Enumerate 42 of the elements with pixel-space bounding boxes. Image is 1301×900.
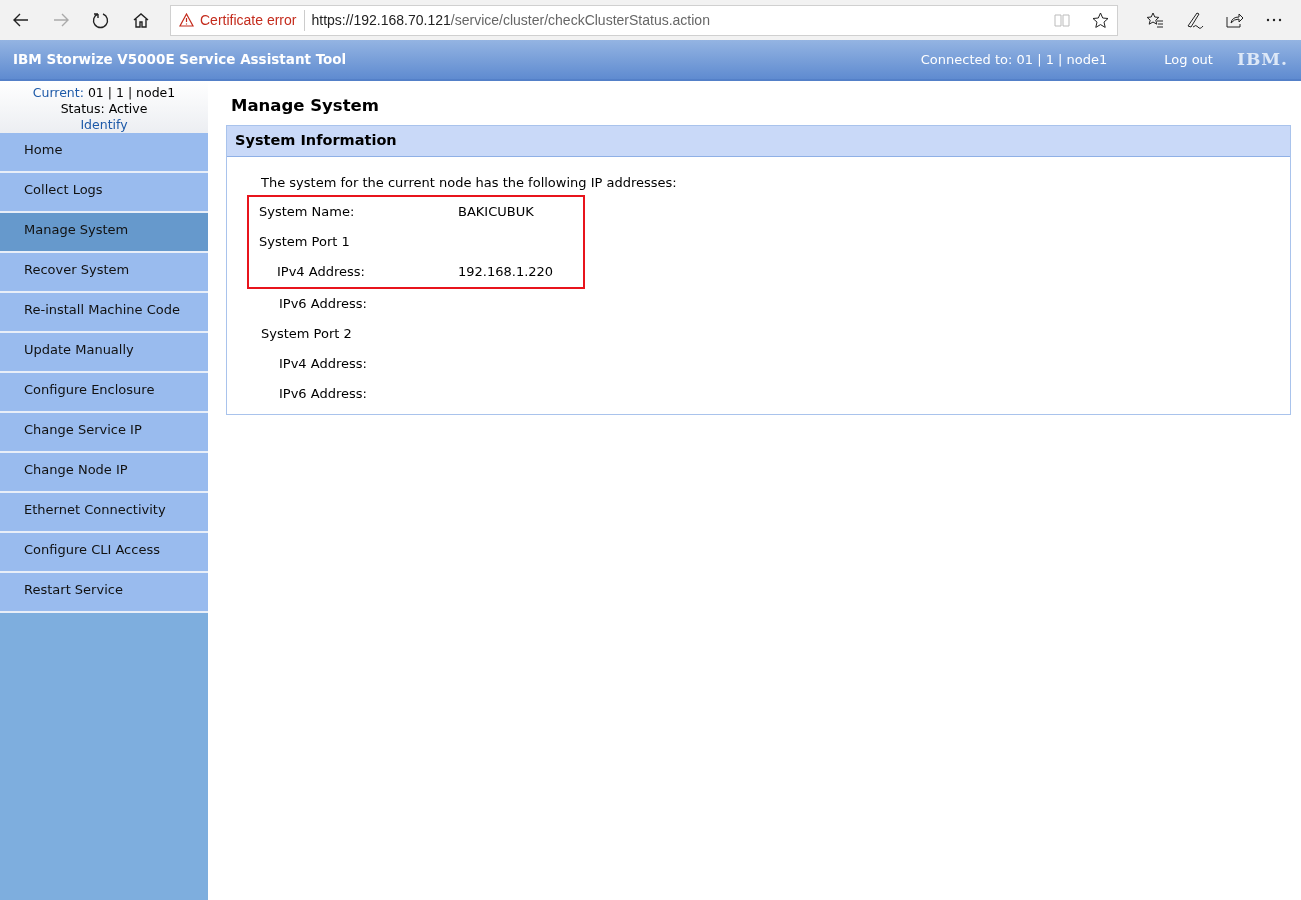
url-text: https://192.168.70.121/service/cluster/checkClusterStatus.action (311, 10, 710, 30)
pen-icon[interactable] (1186, 11, 1204, 29)
favorites-icon[interactable] (1146, 11, 1164, 29)
certificate-error-text[interactable]: Certificate error (200, 9, 306, 31)
field-value: 192.168.1.220 (458, 263, 554, 282)
field-label: System Port 2 (261, 325, 353, 344)
current-node-text: Current: 01 | 1 | node1 (32, 85, 176, 101)
back-icon[interactable] (12, 11, 30, 29)
sidebar-item[interactable]: Recover System (0, 253, 208, 293)
identify-link[interactable]: Identify (80, 117, 128, 133)
page-title: Manage System (230, 95, 380, 117)
home-icon[interactable] (132, 11, 150, 29)
address-bar[interactable]: Certificate error https://192.168.70.121/service/cluster/checkClusterStatus.action (170, 4, 1118, 36)
field-label: IPv4 Address: (276, 263, 366, 282)
warning-icon (179, 13, 194, 27)
field-label: System Port 1 (259, 233, 351, 252)
status-text: Status: Active (60, 101, 148, 117)
sidebar-item[interactable]: Collect Logs (0, 173, 208, 213)
sidebar-item[interactable]: Update Manually (0, 333, 208, 373)
sidebar-item[interactable]: Restart Service (0, 573, 208, 613)
field-label: IPv6 Address: (278, 295, 368, 314)
field-value: BAKICUBUK (458, 203, 534, 222)
sidebar-item[interactable]: Re-install Machine Code (0, 293, 208, 333)
share-icon[interactable] (1226, 12, 1244, 28)
field-label: IPv6 Address: (278, 385, 368, 404)
connection-text: Connected to: 01 | 1 | node1 (920, 50, 1108, 69)
sidebar-item[interactable]: Change Node IP (0, 453, 208, 493)
ibm-logo: IBM. (1236, 47, 1288, 71)
panel-header: System Information (227, 126, 1290, 157)
sidebar-item[interactable]: Configure CLI Access (0, 533, 208, 573)
intro-text: The system for the current node has the following IP addresses: (260, 174, 678, 192)
field-label: System Name: (259, 203, 356, 222)
sidebar-item[interactable]: Manage System (0, 213, 208, 253)
refresh-icon[interactable] (92, 11, 110, 29)
sidebar-item[interactable]: Configure Enclosure (0, 373, 208, 413)
app-title: IBM Storwize V5000E Service Assistant Tool (13, 50, 347, 70)
sidebar-item[interactable]: Ethernet Connectivity (0, 493, 208, 533)
star-icon[interactable] (1092, 11, 1109, 29)
sidebar-item[interactable]: Home (0, 133, 208, 173)
field-label: IPv4 Address: (278, 355, 368, 374)
more-icon[interactable] (1266, 18, 1282, 22)
sidebar-item[interactable]: Change Service IP (0, 413, 208, 453)
